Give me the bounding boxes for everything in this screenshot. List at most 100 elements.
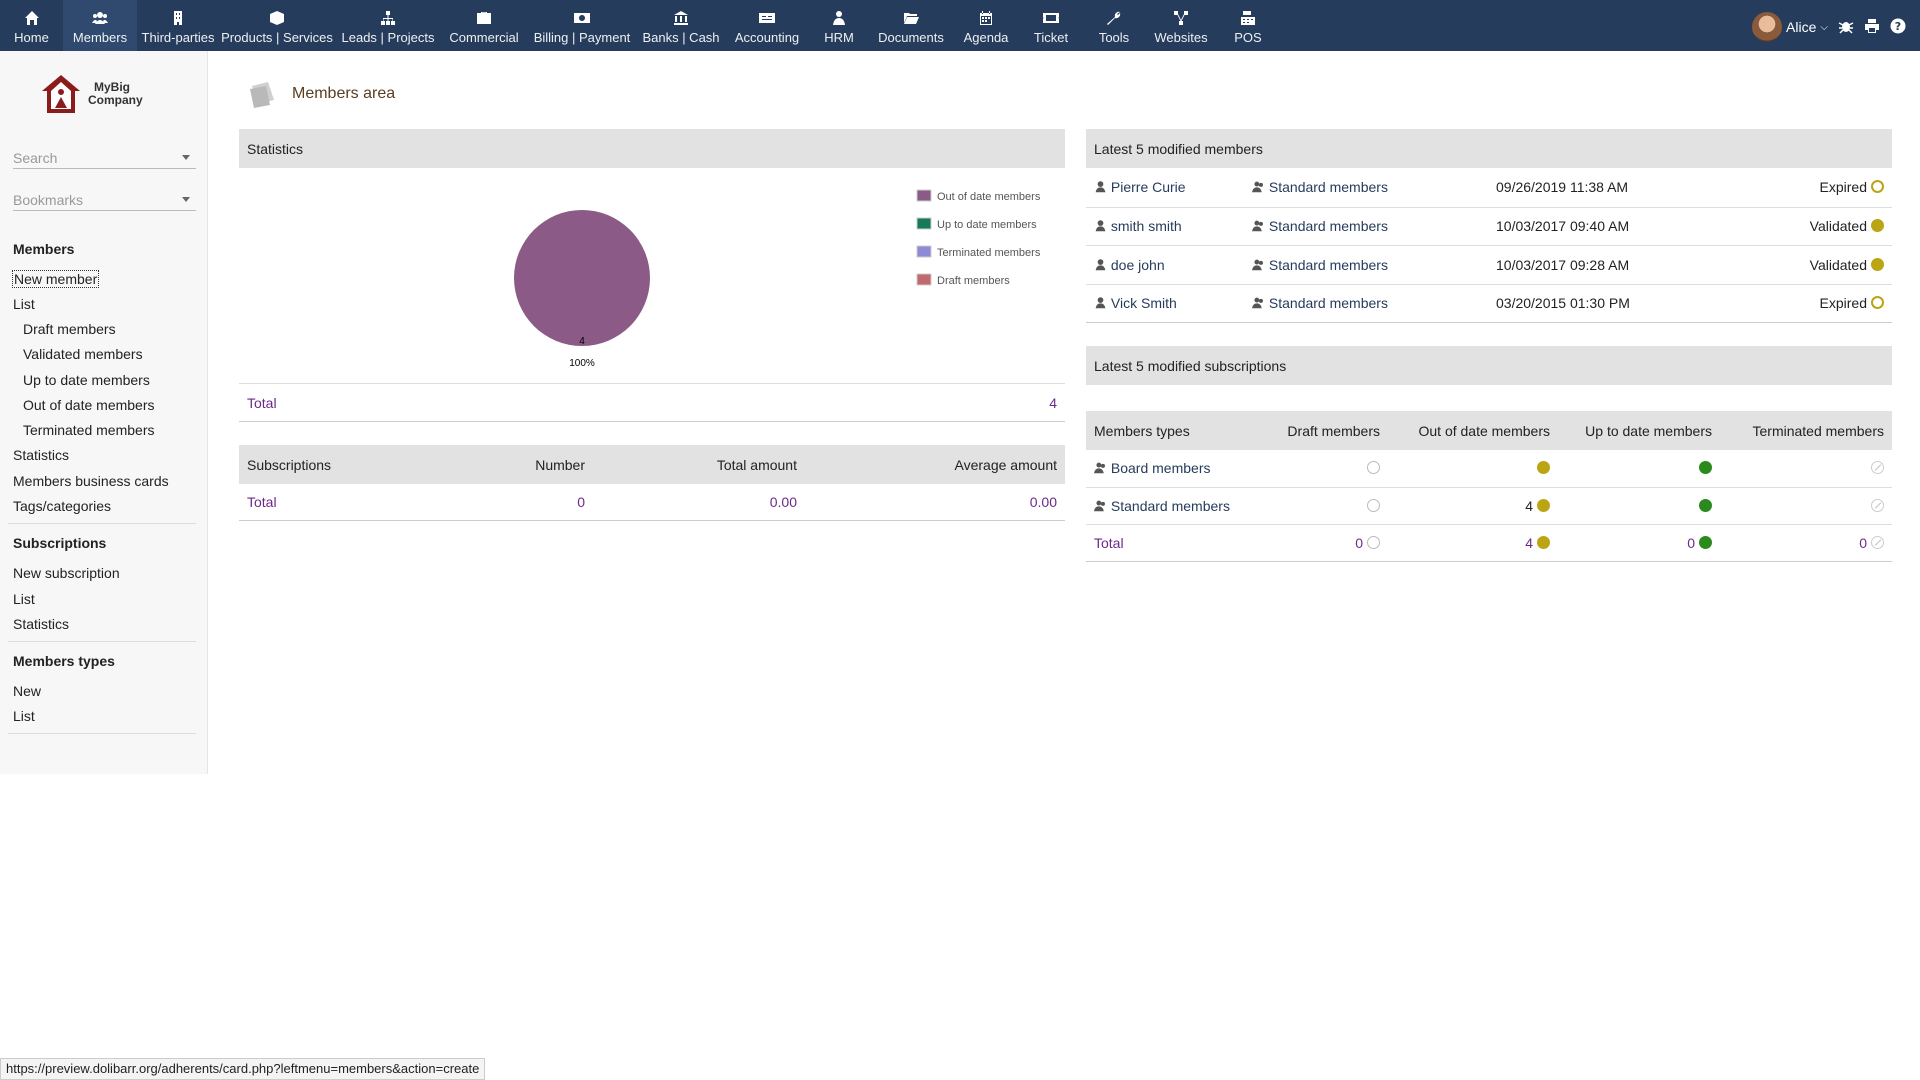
topnav-label: Websites [1154,30,1208,45]
member-type-link[interactable]: Board members [1111,460,1211,476]
member-type-icon [1094,460,1107,476]
topnav-label: Banks | Cash [642,30,720,45]
column-header: Up to date members [1585,422,1712,439]
member-type-link[interactable]: Standard members [1269,179,1388,195]
members-types-panel: Members types Draft members Out of date … [1086,411,1892,562]
suitcase-icon [475,9,493,27]
logo-text: MyBig Company [88,81,143,107]
divider [8,523,196,524]
user-icon [1094,179,1107,195]
sidebar-types-head[interactable]: Members types [13,653,115,669]
dollar-card-icon [758,9,776,27]
member-type-link[interactable]: Standard members [1269,218,1388,234]
sidebar-tags[interactable]: Tags/categories [13,498,111,514]
topnav-billing[interactable]: Billing | Payment [527,0,637,51]
table-row: Board members [1086,450,1892,487]
table-row: Total 0 0.00 0.00 [239,484,1065,520]
sidebar-types-new[interactable]: New [13,683,41,699]
column-header: Draft members [1287,422,1380,439]
bookmarks-select[interactable]: Bookmarks [13,189,196,211]
sidebar-new-member[interactable]: New member [11,270,100,288]
topnav-label: Products | Services [221,30,333,45]
status-draft-icon [1367,498,1380,512]
topnav-home[interactable]: Home [0,0,63,51]
status-terminated-icon [1871,461,1884,475]
user-menu[interactable]: Alice ⌵ [1752,12,1828,42]
topnav-documents[interactable]: Documents [869,0,953,51]
sidebar-uptodate-members[interactable]: Up to date members [23,372,150,388]
money-bill-icon [573,9,591,27]
topnav-products[interactable]: Products | Services [219,0,335,51]
help-icon[interactable]: ? [1890,18,1906,37]
user-area: Alice ⌵ ? [1752,12,1906,42]
status-expired-icon [1871,296,1884,309]
topnav-label: Documents [878,30,944,45]
member-link[interactable]: Pierre Curie [1111,179,1186,195]
sidebar-statistics[interactable]: Statistics [13,447,69,463]
member-link[interactable]: Vick Smith [1111,295,1177,311]
pie-slice-label: 4 [579,336,585,347]
topnav-accounting[interactable]: Accounting [725,0,809,51]
member-status: Validated [1809,256,1867,273]
topnav-members[interactable]: Members [63,0,137,51]
member-type-link[interactable]: Standard members [1111,498,1230,514]
user-icon [1094,218,1107,234]
member-date: 03/20/2015 01:30 PM [1496,295,1630,311]
subscriptions-number: 0 [577,493,585,510]
sidebar-types-list[interactable]: List [13,708,35,724]
latest-subscriptions-title: Latest 5 modified subscriptions [1086,346,1892,385]
legend-swatch [916,189,932,202]
house-logo-icon [42,75,80,113]
sidebar-members-list[interactable]: List [13,296,35,312]
sidebar-validated-members[interactable]: Validated members [23,346,143,362]
member-type-icon [1094,498,1107,514]
sidebar-terminated-members[interactable]: Terminated members [23,422,155,438]
chevron-down-icon: ⌵ [1820,21,1828,33]
sidebar-new-subscription[interactable]: New subscription [13,565,120,581]
status-outofdate-icon [1537,498,1550,512]
topnav-label: Accounting [734,30,800,45]
legend-item: Draft members [916,273,1010,287]
subscriptions-total-label: Total [247,493,277,510]
bug-icon[interactable] [1838,18,1854,37]
topnav-leads-projects[interactable]: Leads | Projects [335,0,441,51]
member-type-icon [1252,218,1265,234]
search-select[interactable]: Search [13,147,196,169]
sidebar-subscriptions-list[interactable]: List [13,591,35,607]
topnav-commercial[interactable]: Commercial [441,0,527,51]
dropdown-arrow-icon [182,197,190,202]
statistics-total-row: Total 4 [239,384,1065,422]
legend-label: Terminated members [937,247,1041,259]
topnav-hrm[interactable]: HRM [809,0,869,51]
company-logo[interactable]: MyBig Company [40,73,143,115]
topnav-third-parties[interactable]: Third-parties [137,0,219,51]
subscriptions-table: Subscriptions Number Total amount Averag… [239,445,1065,521]
member-link[interactable]: doe john [1111,257,1165,273]
status-draft-icon [1367,461,1380,475]
topnav-agenda[interactable]: Agenda [953,0,1019,51]
sidebar-subscriptions-statistics[interactable]: Statistics [13,616,69,632]
sidebar-outofdate-members[interactable]: Out of date members [23,397,155,413]
table-row: Vick Smith Standard members 03/20/2015 0… [1086,284,1892,322]
latest-members-title: Latest 5 modified members [1086,129,1892,168]
topnav-websites[interactable]: Websites [1145,0,1217,51]
sidebar-members-head[interactable]: Members [13,241,74,257]
subscriptions-total-amount: 0.00 [769,493,797,510]
topnav-tools[interactable]: Tools [1083,0,1145,51]
table-row: Pierre Curie Standard members 09/26/2019… [1086,168,1892,207]
users-icon [91,9,109,27]
folder-open-icon [902,9,920,27]
topnav-pos[interactable]: POS [1217,0,1279,51]
print-icon[interactable] [1864,18,1880,37]
topnav-ticket[interactable]: Ticket [1019,0,1083,51]
legend-item: Up to date members [916,217,1037,231]
divider [8,733,196,734]
member-link[interactable]: smith smith [1111,218,1182,234]
sidebar-subscriptions-head[interactable]: Subscriptions [13,535,106,551]
member-type-link[interactable]: Standard members [1269,295,1388,311]
member-type-link[interactable]: Standard members [1269,257,1388,273]
new-member-link[interactable]: New member [11,270,100,288]
sidebar-business-cards[interactable]: Members business cards [13,473,169,489]
topnav-banks-cash[interactable]: Banks | Cash [637,0,725,51]
sidebar-draft-members[interactable]: Draft members [23,321,116,337]
